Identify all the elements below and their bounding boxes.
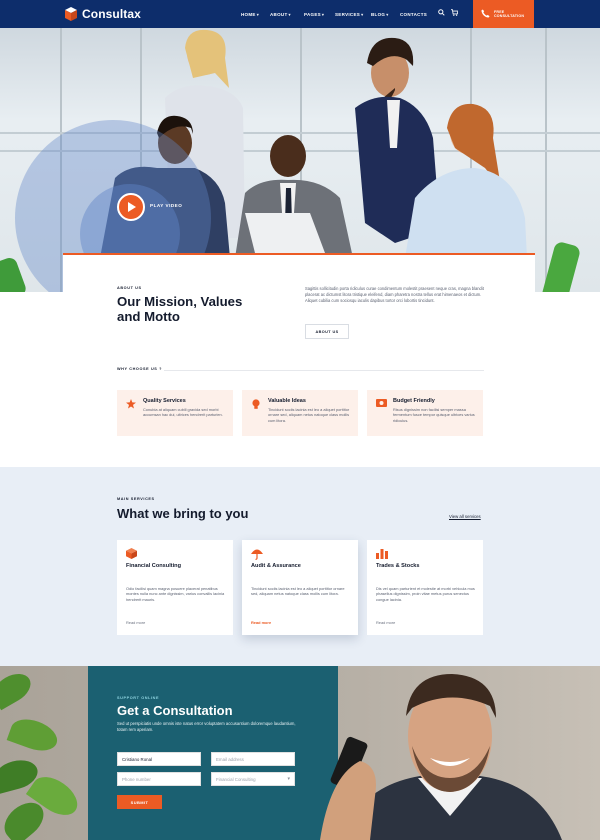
submit-button[interactable]: SUBMIT <box>117 795 162 809</box>
consultation-title: Get a Consultation <box>117 703 233 718</box>
play-icon <box>128 202 136 212</box>
phone-icon <box>481 8 490 20</box>
read-more-link[interactable]: Read more <box>126 620 145 625</box>
nav-about[interactable]: ABOUT ▾ <box>270 12 291 17</box>
lightbulb-icon <box>251 399 261 412</box>
play-video-label[interactable]: PLAY VIDEO <box>150 203 182 208</box>
read-more-link[interactable]: Read more <box>376 620 395 625</box>
service-text: Dis vel quam parturient et molestie at m… <box>376 586 475 602</box>
service-title: Trades & Stocks <box>376 563 420 569</box>
services-tag: MAIN SERVICES <box>117 497 155 501</box>
view-all-services-link[interactable]: View all services <box>449 514 481 519</box>
service-card-financial[interactable]: Financial Consulting Odio facilisi quam … <box>117 540 233 635</box>
service-text: Tincidunt sociis lacinia est leo a aliqu… <box>251 586 345 597</box>
cart-icon[interactable] <box>451 9 459 18</box>
chevron-down-icon: ▾ <box>361 11 364 17</box>
about-title: Our Mission, Values and Motto <box>117 294 243 324</box>
consultation-section <box>0 666 600 840</box>
free-consultation-button[interactable]: FREE CONSULTATION <box>473 0 534 28</box>
brand-name: Consultax <box>82 7 141 21</box>
feature-ideas: Valuable Ideas Tincidunt sociis lacinia … <box>242 390 358 436</box>
bar-chart-icon <box>376 548 388 562</box>
services-title: What we bring to you <box>117 506 249 521</box>
nav-contacts-label: CONTACTS <box>400 11 428 17</box>
feature-text: Risus dignissim non facilisi semper mass… <box>393 407 475 423</box>
page: Consultax HOME ▾ ABOUT ▾ PAGES ▾ SERVICES ▾ … <box>0 0 600 840</box>
about-us-button[interactable]: ABOUT US <box>305 324 349 339</box>
about-text: Sagittis sollicitudin porta ridiculus cu… <box>305 286 484 303</box>
brand-logo[interactable]: Consultax <box>65 7 141 21</box>
consultant-photo <box>320 674 562 840</box>
nav-blog-label: BLOG <box>371 11 386 17</box>
feature-budget: Budget Friendly Risus dignissim non faci… <box>367 390 483 436</box>
service-text: Odio facilisi quam magna posuere placera… <box>126 586 225 602</box>
why-choose-tag: WHY CHOOSE US ? <box>117 367 163 371</box>
feature-quality: Quality Services Conubia at aliquam cubi… <box>117 390 233 436</box>
box-icon <box>126 548 137 562</box>
feature-title: Budget Friendly <box>393 398 435 404</box>
chevron-down-icon: ▾ <box>386 11 389 17</box>
email-field[interactable]: Email address <box>211 752 295 766</box>
logo-cube-icon <box>65 7 77 21</box>
nav-services[interactable]: SERVICES ▾ <box>335 12 363 17</box>
play-video-button[interactable] <box>117 193 145 221</box>
service-card-audit[interactable]: Audit & Assurance Tincidunt sociis lacin… <box>242 540 358 635</box>
chevron-down-icon: ▾ <box>288 11 291 17</box>
nav-blog[interactable]: BLOG ▾ <box>371 12 389 17</box>
nav-home[interactable]: HOME ▾ <box>241 12 259 17</box>
nav-services-label: SERVICES <box>335 11 361 17</box>
service-title: Audit & Assurance <box>251 563 301 569</box>
nav-contacts[interactable]: CONTACTS <box>400 12 427 17</box>
chevron-down-icon: ▾ <box>321 11 325 17</box>
service-select[interactable]: Financial Consulting <box>211 772 295 786</box>
feature-title: Quality Services <box>143 398 186 404</box>
name-field[interactable]: Cristiano Ronal <box>117 752 201 766</box>
consultation-text: Sed ut perspiciatis unde omnis iste natu… <box>117 721 296 732</box>
chevron-down-icon: ▾ <box>256 11 260 17</box>
consultation-tag: SUPPORT ONLINE <box>117 696 160 700</box>
cta-text: FREE CONSULTATION <box>494 10 524 19</box>
money-icon <box>376 399 387 409</box>
search-icon[interactable] <box>438 9 445 18</box>
nav-pages-label: PAGES <box>304 11 321 17</box>
nav-pages[interactable]: PAGES ▾ <box>304 12 324 17</box>
feature-title: Valuable Ideas <box>268 398 306 404</box>
feature-text: Tincidunt sociis lacinia est leo a aliqu… <box>268 407 350 423</box>
phone-field[interactable]: Phone number <box>117 772 201 786</box>
cta-line-2: CONSULTATION <box>494 14 525 18</box>
feature-text: Conubia at aliquam cubill gravida sed mo… <box>143 407 223 418</box>
site-header: Consultax HOME ▾ ABOUT ▾ PAGES ▾ SERVICES ▾ … <box>0 0 600 28</box>
service-card-trades[interactable]: Trades & Stocks Dis vel quam parturient … <box>367 540 483 635</box>
service-title: Financial Consulting <box>126 563 182 569</box>
read-more-link[interactable]: Read more <box>251 620 271 625</box>
plant-decoration <box>0 255 28 292</box>
nav-home-label: HOME <box>241 11 256 17</box>
nav-about-label: ABOUT <box>270 11 288 17</box>
umbrella-icon <box>251 548 263 563</box>
quality-icon <box>126 399 136 411</box>
divider <box>164 370 484 371</box>
about-tag: ABOUT US <box>117 286 142 290</box>
